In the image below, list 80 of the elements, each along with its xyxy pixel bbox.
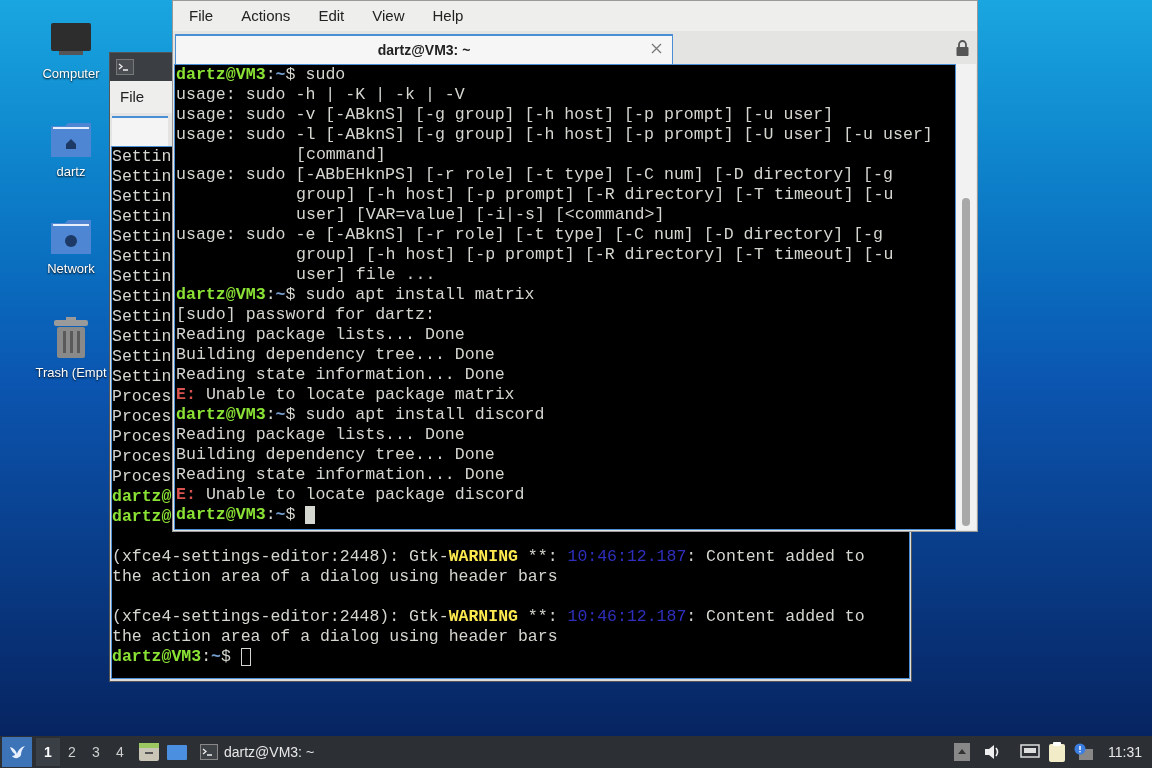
terminal-line: (xfce4-settings-editor:2448): Gtk-WARNING **: 10:46:12.187: Content added to — [112, 607, 865, 627]
terminal-line: user] file ... — [296, 265, 436, 285]
home-folder-icon[interactable] — [50, 121, 92, 158]
folder-icon[interactable] — [166, 743, 188, 761]
terminal-line: group] [-h host] [-p prompt] [-R directory] [-T timeout] [-u — [296, 185, 894, 205]
terminal-line: dartz@ — [112, 487, 172, 507]
menu-item[interactable]: Edit — [314, 4, 349, 28]
terminal-line: the action area of a dialog using header bars — [112, 627, 558, 647]
menu-item[interactable]: File — [185, 4, 218, 28]
terminal-line: usage: sudo -e [-ABknS] [-r role] [-t type] [-C num] [-D directory] [-g — [176, 225, 883, 245]
terminal-line: Settin — [112, 187, 172, 207]
terminal-line: Settin — [112, 147, 172, 167]
terminal-line: usage: sudo [-ABbEHknPS] [-r role] [-t type] [-C num] [-D directory] [-g — [176, 165, 893, 185]
terminal-line: Settin — [112, 247, 172, 267]
scrollbar[interactable] — [956, 64, 976, 530]
lock-icon[interactable] — [956, 40, 969, 56]
terminal-tab[interactable]: dartz@VM3: ~ — [175, 34, 673, 64]
terminal-line: Proces — [112, 407, 172, 427]
terminal-line: E: Unable to locate package matrix — [176, 385, 515, 405]
terminal-tab[interactable] — [112, 116, 168, 146]
menu-item[interactable]: File — [116, 85, 149, 109]
terminal-icon — [116, 59, 134, 75]
close-icon[interactable] — [651, 43, 662, 54]
network-folder-icon[interactable] — [50, 219, 92, 255]
workspace-button[interactable]: 3 — [84, 738, 108, 766]
terminal-line: [sudo] password for dartz: — [176, 305, 435, 325]
terminal-line: Settin — [112, 307, 172, 327]
terminal-line: Proces — [112, 447, 172, 467]
terminal-line: E: Unable to locate package discord — [176, 485, 525, 505]
terminal-line: Reading state information... Done — [176, 465, 505, 485]
terminal-line: Reading state information... Done — [176, 365, 505, 385]
scrollbar-thumb[interactable] — [962, 198, 970, 526]
terminal-line: user] [VAR=value] [-i|-s] [<command>] — [296, 205, 665, 225]
clock[interactable]: 11:31 — [1108, 741, 1142, 763]
terminal-line: Building dependency tree... Done — [176, 345, 495, 365]
terminal-line: dartz@VM3:~$ — [112, 647, 232, 667]
menu-item[interactable]: Help — [428, 4, 468, 28]
terminal-line: Settin — [112, 287, 172, 307]
terminal-line: Settin — [112, 227, 172, 247]
clipboard-icon[interactable] — [1048, 741, 1066, 763]
terminal-line: Proces — [112, 387, 172, 407]
terminal-line: Reading package lists... Done — [176, 425, 465, 445]
desktop-icon-label[interactable]: Network — [47, 259, 95, 279]
file-manager-icon[interactable] — [138, 742, 160, 762]
terminal-line: Settin — [112, 267, 172, 287]
terminal-line: dartz@ — [112, 507, 172, 527]
menu-item[interactable]: Actions — [237, 4, 295, 28]
terminal-line: Proces — [112, 467, 172, 487]
terminal-line: Settin — [112, 327, 172, 347]
terminal-line: usage: sudo -h | -K | -k | -V — [176, 85, 465, 105]
terminal-line: Proces — [112, 427, 172, 447]
taskbar-window-button[interactable]: dartz@VM3: ~ — [196, 738, 319, 766]
app-menu-button[interactable] — [2, 737, 32, 767]
tab-title: dartz@VM3: ~ — [377, 40, 471, 60]
menu-item[interactable]: View — [368, 4, 409, 28]
workspace-button[interactable]: 1 — [36, 738, 60, 766]
terminal-line: Reading package lists... Done — [176, 325, 465, 345]
workspace-button[interactable]: 4 — [108, 738, 132, 766]
trash-icon[interactable] — [53, 316, 89, 359]
terminal-line: usage: sudo -v [-ABknS] [-g group] [-h host] [-p prompt] [-u user] — [176, 105, 834, 125]
terminal-line: group] [-h host] [-p prompt] [-R directory] [-T timeout] [-u — [296, 245, 894, 265]
desktop-icon-label[interactable]: Trash (Empt — [35, 362, 107, 382]
workspace-button[interactable]: 2 — [60, 738, 84, 766]
terminal-line: [command] — [296, 145, 386, 165]
terminal-line: Settin — [112, 347, 172, 367]
terminal-line: Settin — [112, 207, 172, 227]
terminal-icon — [200, 744, 218, 760]
terminal-line: (xfce4-settings-editor:2448): Gtk-WARNING **: 10:46:12.187: Content added to — [112, 547, 865, 567]
desktop-icon-label[interactable]: dartz — [56, 161, 86, 181]
terminal-line: usage: sudo -l [-ABknS] [-g group] [-h host] [-p prompt] [-U user] [-u user] — [176, 125, 933, 145]
terminal-line: dartz@VM3:~$ sudo — [176, 65, 346, 85]
terminal-line: the action area of a dialog using header bars — [112, 567, 558, 587]
terminal-line: dartz@VM3:~$ sudo apt install matrix — [176, 285, 535, 305]
terminal-line: Settin — [112, 367, 172, 387]
terminal-line: dartz@VM3:~$ — [176, 505, 297, 525]
notification-icon[interactable] — [1074, 743, 1094, 761]
network-icon[interactable] — [1020, 744, 1040, 760]
terminal-line: Building dependency tree... Done — [176, 445, 495, 465]
terminal-line: dartz@VM3:~$ sudo apt install discord — [176, 405, 545, 425]
terminal-line: Settin — [112, 167, 172, 187]
